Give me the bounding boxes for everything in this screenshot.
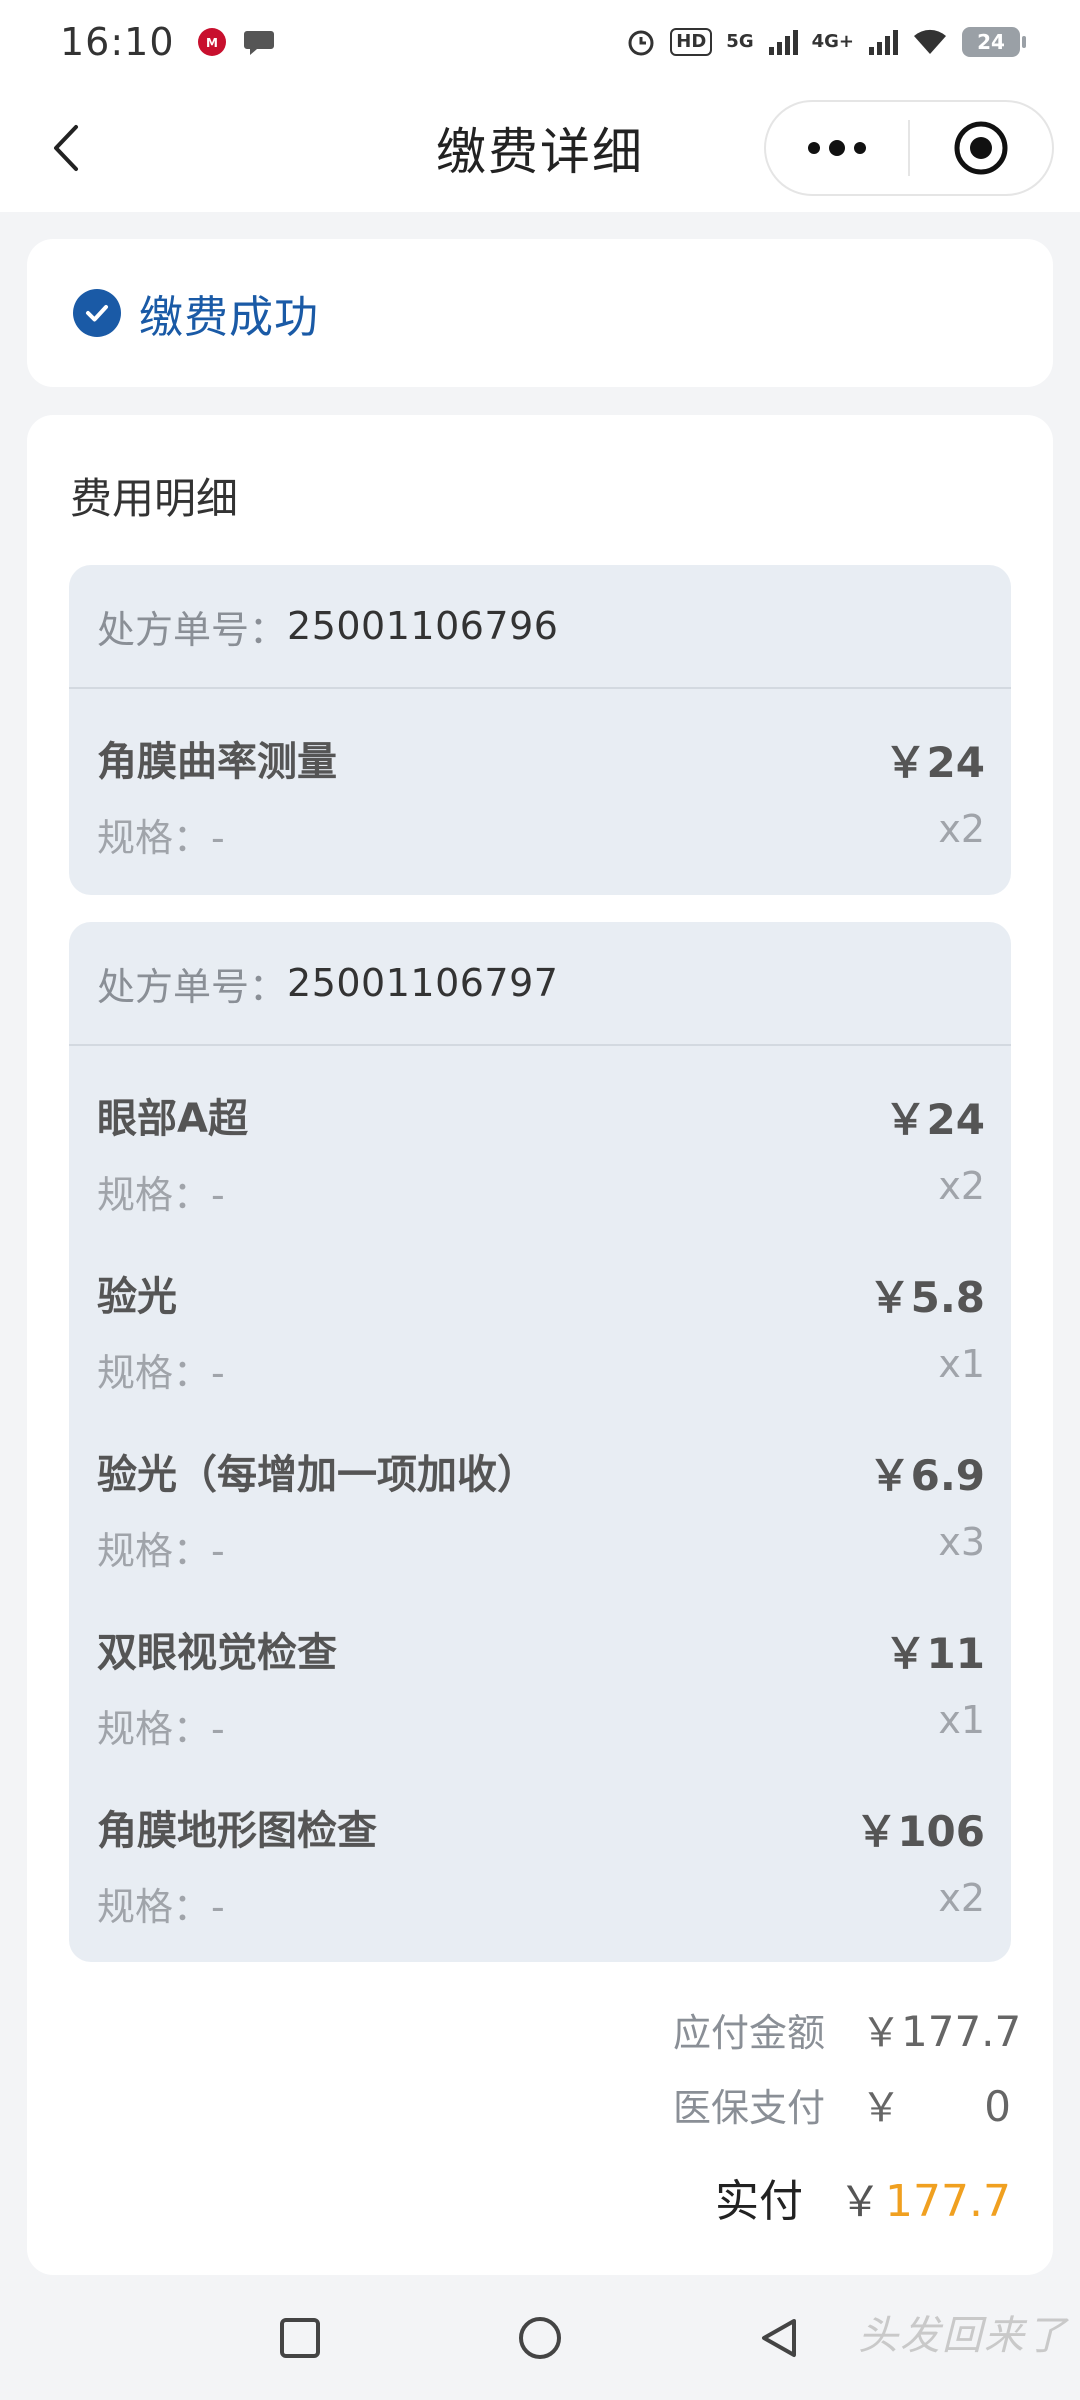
item-spec: 规格：- <box>97 1520 225 1575</box>
insurance-currency: ￥ <box>861 2085 901 2131</box>
item-quantity: x2 <box>938 1164 985 1208</box>
spec-value: - <box>211 1173 225 1217</box>
watermark: 头发回来了 <box>858 2313 1068 2359</box>
network-5g-label: 5G <box>726 31 754 52</box>
system-nav-bar: 头发回来了 <box>0 2275 1080 2400</box>
network-4g-label: 4G+ <box>811 31 854 52</box>
list-item: 验光 ￥5.8 规格：- x1 <box>69 1224 1011 1402</box>
spec-label: 规格： <box>97 1529 212 1573</box>
item-price: ￥11 <box>884 1629 985 1678</box>
spec-label: 规格： <box>97 1351 212 1395</box>
item-name: 双眼视觉检查 <box>97 1630 337 1676</box>
back-button[interactable] <box>40 118 90 178</box>
list-item: 角膜地形图检查 ￥106 规格：- x2 <box>69 1758 1011 1936</box>
wifi-icon <box>912 28 948 56</box>
spec-label: 规格： <box>97 1707 212 1751</box>
insurance-amount: 0 <box>984 2082 1011 2131</box>
status-time: 16:10 <box>60 20 175 64</box>
item-name: 眼部A超 <box>97 1096 248 1142</box>
item-quantity: x1 <box>938 1698 985 1742</box>
miniprogram-capsule <box>764 100 1054 196</box>
list-item: 双眼视觉检查 ￥11 规格：- x1 <box>69 1580 1011 1758</box>
item-quantity: x3 <box>938 1520 985 1564</box>
spec-value: - <box>211 1529 225 1573</box>
spec-label: 规格： <box>97 1173 212 1217</box>
prescription-no: 25001106797 <box>287 961 559 1005</box>
status-bar: 16:10 M HD 5G 4G+ 24 <box>0 0 1080 84</box>
battery-indicator: 24 <box>962 27 1026 57</box>
recent-apps-button[interactable] <box>275 2313 325 2363</box>
item-name: 验光 <box>97 1274 177 1320</box>
list-item: 眼部A超 ￥24 规格：- x2 <box>69 1046 1011 1224</box>
prescription-block: 处方单号： 25001106796 角膜曲率测量 ￥24 规格：- x2 <box>69 565 1011 895</box>
fee-detail-card: 费用明细 处方单号： 25001106796 角膜曲率测量 ￥24 规格：- x… <box>27 415 1053 2275</box>
list-item: 角膜曲率测量 ￥24 规格：- x2 <box>69 689 1011 867</box>
spec-label: 规格： <box>97 1885 212 1929</box>
square-icon <box>280 2318 320 2358</box>
more-menu-button[interactable] <box>766 102 908 194</box>
item-price: ￥6.9 <box>868 1451 985 1500</box>
item-spec: 规格：- <box>97 1698 225 1753</box>
close-miniprogram-button[interactable] <box>910 102 1052 194</box>
insurance-row: 医保支付 ￥ 0 <box>665 2075 1011 2133</box>
spec-value: - <box>211 1707 225 1751</box>
triangle-back-icon <box>762 2319 796 2357</box>
prescription-header: 处方单号： 25001106797 <box>69 922 1011 1046</box>
check-circle-icon <box>73 289 121 337</box>
prescription-header: 处方单号： 25001106796 <box>69 565 1011 689</box>
paid-label: 实付 <box>715 2176 804 2227</box>
prescription-no-label: 处方单号： <box>97 607 288 652</box>
circle-icon <box>519 2317 561 2359</box>
spec-value: - <box>211 816 225 860</box>
item-name: 验光（每增加一项加收） <box>97 1452 537 1498</box>
target-close-icon <box>954 121 1008 175</box>
paid-row: 实付 ￥ 177.7 <box>715 2165 1011 2229</box>
item-price: ￥5.8 <box>868 1273 985 1322</box>
message-icon <box>243 27 275 57</box>
insurance-label: 医保支付 <box>672 2086 825 2130</box>
back-nav-button[interactable] <box>755 2313 805 2363</box>
item-quantity: x1 <box>938 1342 985 1386</box>
payable-currency: ￥ <box>861 2010 901 2056</box>
item-name: 角膜地形图检查 <box>97 1808 377 1854</box>
alarm-icon <box>626 27 656 57</box>
hd-voice-tag: HD <box>670 28 713 56</box>
section-title: 费用明细 <box>70 474 239 523</box>
item-name: 角膜曲率测量 <box>97 739 337 785</box>
item-quantity: x2 <box>938 807 985 851</box>
item-spec: 规格：- <box>97 1342 225 1397</box>
chevron-left-icon <box>54 125 78 171</box>
paid-currency: ￥ <box>839 2177 882 2226</box>
payable-row: 应付金额 ￥ 177.7 <box>665 2000 1022 2058</box>
prescription-no: 25001106796 <box>287 604 559 648</box>
page-title: 缴费详细 <box>436 123 644 181</box>
list-item: 验光（每增加一项加收） ￥6.9 规格：- x3 <box>69 1402 1011 1580</box>
payable-label: 应付金额 <box>672 2011 825 2055</box>
home-button[interactable] <box>515 2313 565 2363</box>
item-price: ￥106 <box>855 1807 985 1856</box>
item-spec: 规格：- <box>97 807 225 862</box>
spec-label: 规格： <box>97 816 212 860</box>
spec-value: - <box>211 1885 225 1929</box>
signal-4g-icon <box>868 29 898 55</box>
item-quantity: x2 <box>938 1876 985 1920</box>
signal-5g-icon <box>768 29 798 55</box>
nav-bar: 缴费详细 <box>0 84 1080 212</box>
svg-text:M: M <box>206 36 218 50</box>
payable-amount: 177.7 <box>901 2007 1022 2056</box>
bank-app-icon: M <box>197 27 227 57</box>
prescription-block: 处方单号： 25001106797 眼部A超 ￥24 规格：- x2 验光 ￥5… <box>69 922 1011 1962</box>
item-price: ￥24 <box>884 738 985 787</box>
payment-status-card: 缴费成功 <box>27 239 1053 387</box>
paid-amount: 177.7 <box>885 2176 1011 2227</box>
payment-status-text: 缴费成功 <box>139 292 319 343</box>
prescription-no-label: 处方单号： <box>97 964 288 1009</box>
item-spec: 规格：- <box>97 1876 225 1931</box>
item-spec: 规格：- <box>97 1164 225 1219</box>
item-price: ￥24 <box>884 1095 985 1144</box>
more-dots-icon <box>808 140 866 156</box>
spec-value: - <box>211 1351 225 1395</box>
